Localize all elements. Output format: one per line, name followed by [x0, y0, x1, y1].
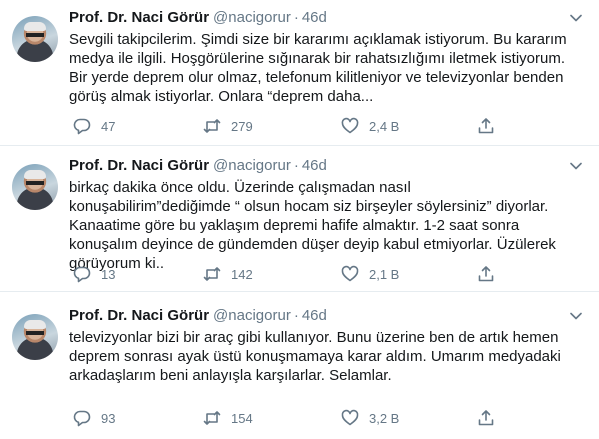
tweet[interactable]: Prof. Dr. Naci Görür @nacigorur · 46d Sevgi… — [0, 0, 599, 146]
reply-count: 93 — [101, 410, 116, 426]
tweet[interactable]: Prof. Dr. Naci Görür @nacigorur · 46d telev… — [0, 292, 599, 439]
tweet-text-line: televizyonlar bizi bir araç gibi kullanı… — [69, 329, 559, 346]
timestamp[interactable]: 46d — [302, 157, 327, 174]
avatar[interactable] — [12, 314, 58, 360]
avatar[interactable] — [12, 16, 58, 62]
author-name[interactable]: Prof. Dr. Naci Görür — [69, 307, 209, 324]
avatar[interactable] — [12, 164, 58, 210]
tweet-text: televizyonlar bizi bir araç gibi kullanı… — [69, 328, 584, 385]
tweet-thread: Prof. Dr. Naci Görür @nacigorur · 46d Sevgi… — [0, 0, 599, 439]
reply-button[interactable]: 13 — [73, 264, 115, 284]
like-count: 2,4 B — [369, 118, 400, 134]
retweet-button[interactable]: 279 — [203, 116, 253, 136]
tweet-actions: 47 279 2,4 B — [69, 116, 509, 136]
share-icon — [478, 118, 494, 134]
reply-icon — [73, 266, 91, 283]
like-button[interactable]: 3,2 B — [341, 408, 399, 428]
retweet-icon — [203, 267, 221, 281]
author-handle[interactable]: @nacigorur — [213, 9, 291, 26]
tweet-text: birkaç dakika önce oldu. Üzerinde çalışm… — [69, 178, 584, 273]
author-handle[interactable]: @nacigorur — [213, 307, 291, 324]
chevron-down-icon[interactable] — [567, 9, 585, 27]
tweet[interactable]: Prof. Dr. Naci Görür @nacigorur · 46d birka… — [0, 146, 599, 292]
reply-count: 47 — [101, 118, 116, 134]
like-count: 2,1 B — [369, 266, 400, 282]
tweet-actions: 93 154 3,2 B — [69, 408, 509, 428]
separator-dot: · — [293, 9, 299, 26]
retweet-count: 142 — [231, 266, 253, 282]
share-button[interactable] — [477, 116, 495, 136]
tweet-text-line: görüş almak istiyorlar. Onlara “deprem d… — [69, 88, 374, 105]
tweet-header: Prof. Dr. Naci Görür @nacigorur · 46d — [69, 8, 327, 27]
like-icon — [341, 409, 359, 426]
tweet-header: Prof. Dr. Naci Görür @nacigorur · 46d — [69, 306, 327, 325]
author-name[interactable]: Prof. Dr. Naci Görür — [69, 9, 209, 26]
share-button[interactable] — [477, 408, 495, 428]
tweet-text-line: Bir yerde deprem olur olmaz, telefonum k… — [69, 69, 564, 86]
reply-count: 13 — [101, 266, 116, 282]
tweet-text-line: deprem sonrası ayak üstü konuşmamaya kar… — [69, 348, 561, 365]
share-button[interactable] — [477, 264, 495, 284]
like-icon — [341, 265, 359, 282]
tweet-actions: 13 142 2,1 B — [69, 264, 509, 284]
like-icon — [341, 117, 359, 134]
reply-button[interactable]: 93 — [73, 408, 115, 428]
share-icon — [478, 410, 494, 426]
tweet-text-line: Sevgili takipcilerim. Şimdi size bir kar… — [69, 31, 567, 48]
timestamp[interactable]: 46d — [302, 9, 327, 26]
author-handle[interactable]: @nacigorur — [213, 157, 291, 174]
retweet-button[interactable]: 142 — [203, 264, 253, 284]
reply-icon — [73, 410, 91, 427]
retweet-icon — [203, 411, 221, 425]
tweet-text-line: konuşalım deyince de gündemden düşer dey… — [69, 236, 556, 253]
tweet-header: Prof. Dr. Naci Görür @nacigorur · 46d — [69, 156, 327, 175]
chevron-down-icon[interactable] — [567, 157, 585, 175]
retweet-count: 154 — [231, 410, 253, 426]
reply-button[interactable]: 47 — [73, 116, 115, 136]
tweet-text: Sevgili takipcilerim. Şimdi size bir kar… — [69, 30, 584, 106]
tweet-text-line: medya ile ilgili. Hoşgörülerine sığınara… — [69, 50, 566, 67]
separator-dot: · — [293, 307, 299, 324]
timestamp[interactable]: 46d — [302, 307, 327, 324]
share-icon — [478, 266, 494, 282]
separator-dot: · — [293, 157, 299, 174]
tweet-text-line: birkaç dakika önce oldu. Üzerinde çalışm… — [69, 179, 411, 196]
tweet-text-line: arkadaşlarım beni anlayışla karşılarlar.… — [69, 367, 392, 384]
reply-icon — [73, 118, 91, 135]
tweet-text-line: Kanaatime göre bu yaklaşım depremi hafif… — [69, 217, 520, 234]
retweet-button[interactable]: 154 — [203, 408, 253, 428]
author-name[interactable]: Prof. Dr. Naci Görür — [69, 157, 209, 174]
like-button[interactable]: 2,1 B — [341, 264, 399, 284]
retweet-count: 279 — [231, 118, 253, 134]
tweet-text-line: konuşabilirim”dediğimde “ olsun hocam si… — [69, 198, 549, 215]
like-count: 3,2 B — [369, 410, 400, 426]
chevron-down-icon[interactable] — [567, 307, 585, 325]
retweet-icon — [203, 119, 221, 133]
like-button[interactable]: 2,4 B — [341, 116, 399, 136]
